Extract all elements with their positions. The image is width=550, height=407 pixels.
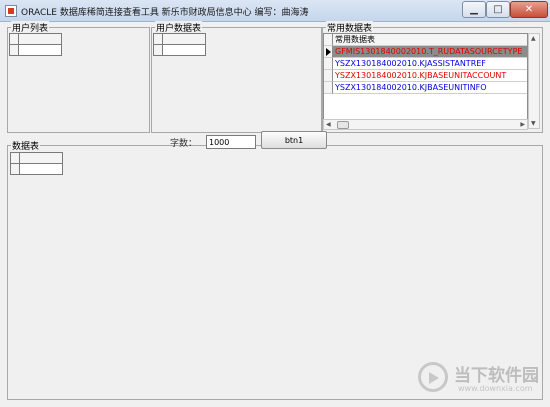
scroll-down-icon[interactable]: ▼ bbox=[531, 120, 536, 127]
window-title: ORACLE 数据库稀简连接查看工具 新乐市财政局信息中心 编写：曲海涛 bbox=[21, 8, 309, 18]
watermark-name: 当下软件园 bbox=[454, 366, 539, 386]
current-row-arrow-icon bbox=[324, 46, 333, 58]
minimize-button[interactable]: ▁ bbox=[462, 1, 486, 18]
app-icon bbox=[5, 5, 17, 17]
common-grid-column-header[interactable]: 常用数据表 bbox=[333, 34, 527, 46]
row-count-input[interactable] bbox=[206, 135, 256, 149]
maximize-button[interactable]: □ bbox=[486, 1, 510, 18]
common-grid-horizontal-scrollbar[interactable]: ◀ ▶ bbox=[323, 119, 528, 130]
scroll-thumb[interactable] bbox=[337, 121, 349, 129]
close-button[interactable]: ✕ bbox=[510, 1, 548, 18]
grid-corner-cell bbox=[324, 34, 333, 46]
watermark: 当下软件园 www.downxia.com bbox=[418, 360, 542, 396]
grid-row-selector bbox=[324, 70, 333, 82]
table-row[interactable]: GFMIS130184000201​0.T_RUDATASOURCETYPE bbox=[324, 46, 527, 58]
watermark-logo-icon bbox=[418, 362, 448, 392]
user-list-group: 用户列表 bbox=[7, 21, 150, 133]
table-cell[interactable]: YSZX130184002010.KJBASEUNITINFO bbox=[333, 82, 527, 94]
data-table-label: 数据表 bbox=[11, 139, 41, 152]
table-row[interactable]: YSZX130184002010.KJBASEUNITINFO bbox=[324, 82, 527, 94]
common-grid-vertical-scrollbar[interactable]: ▲ ▼ bbox=[528, 33, 540, 129]
btn1-button[interactable]: btn1 bbox=[261, 131, 327, 149]
user-tables-grid[interactable] bbox=[153, 33, 206, 56]
watermark-domain: www.downxia.com bbox=[458, 384, 533, 393]
grid-data-cell bbox=[18, 44, 62, 56]
grid-data-cell bbox=[19, 163, 63, 175]
grid-row-selector bbox=[324, 58, 333, 70]
scroll-up-icon[interactable]: ▲ bbox=[531, 35, 536, 42]
user-list-grid[interactable] bbox=[9, 33, 62, 56]
table-cell[interactable]: YSZX130184002010.KJBASEUNITACCOUNT bbox=[333, 70, 527, 82]
table-row[interactable]: YSZX130184002010.KJBASEUNITACCOUNT bbox=[324, 70, 527, 82]
common-grid-header-row: 常用数据表 bbox=[324, 34, 527, 46]
grid-data-cell bbox=[162, 44, 206, 56]
grid-row-selector bbox=[324, 82, 333, 94]
data-table-grid[interactable] bbox=[10, 152, 63, 175]
user-tables-group: 用户数据表 bbox=[151, 21, 322, 133]
row-count-label: 字数： bbox=[170, 139, 198, 149]
scroll-right-icon[interactable]: ▶ bbox=[520, 121, 525, 128]
common-tables-grid[interactable]: 常用数据表 GFMIS130184000201​0.T_RUDATASOURCE… bbox=[323, 33, 528, 129]
table-row[interactable]: YSZX130184002010.KJASSISTANTREF bbox=[324, 58, 527, 70]
table-cell[interactable]: YSZX130184002010.KJASSISTANTREF bbox=[333, 58, 527, 70]
table-cell[interactable]: GFMIS130184000201​0.T_RUDATASOURCETYPE bbox=[333, 46, 527, 58]
scroll-left-icon[interactable]: ◀ bbox=[326, 121, 331, 128]
